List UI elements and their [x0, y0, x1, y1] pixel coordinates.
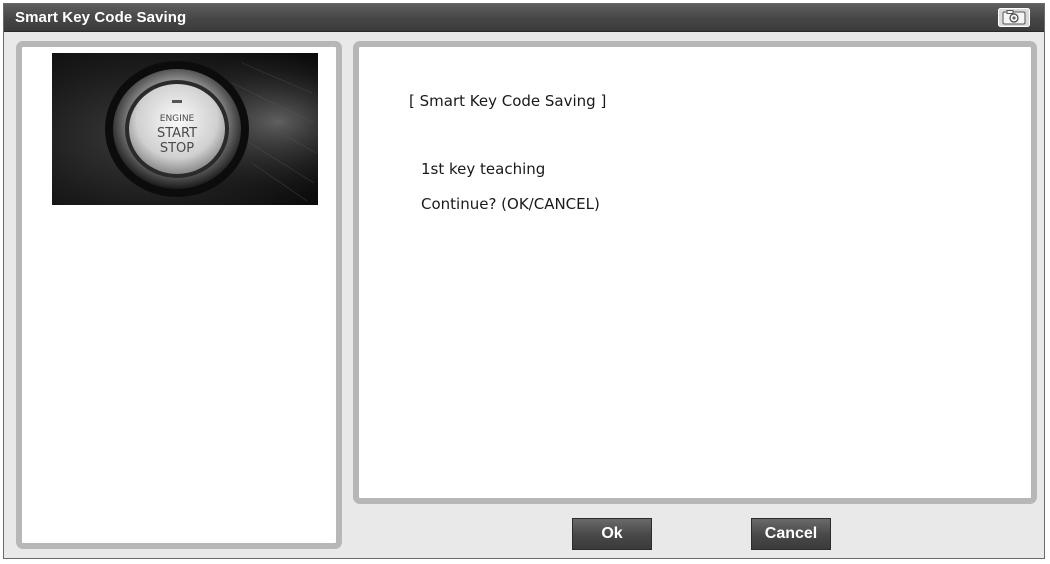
- ok-button[interactable]: Ok: [572, 518, 652, 550]
- message-panel: [ Smart Key Code Saving ] 1st key teachi…: [353, 41, 1037, 504]
- camera-icon[interactable]: [998, 8, 1030, 27]
- cancel-button[interactable]: Cancel: [751, 518, 831, 550]
- image-panel: ENGINE START STOP: [16, 41, 342, 549]
- window-title: Smart Key Code Saving: [15, 9, 187, 26]
- photo-text-start: START: [157, 126, 197, 141]
- dialog-window: Smart Key Code Saving ENGINE START STOP …: [3, 3, 1045, 559]
- title-bar: Smart Key Code Saving: [4, 4, 1044, 32]
- message-line-1: 1st key teaching: [421, 160, 546, 178]
- message-line-2: Continue? (OK/CANCEL): [421, 195, 600, 213]
- photo-text-stop: STOP: [160, 141, 194, 156]
- start-stop-button-photo: ENGINE START STOP: [52, 53, 318, 205]
- message-heading: [ Smart Key Code Saving ]: [409, 92, 607, 110]
- photo-text-engine: ENGINE: [160, 114, 195, 124]
